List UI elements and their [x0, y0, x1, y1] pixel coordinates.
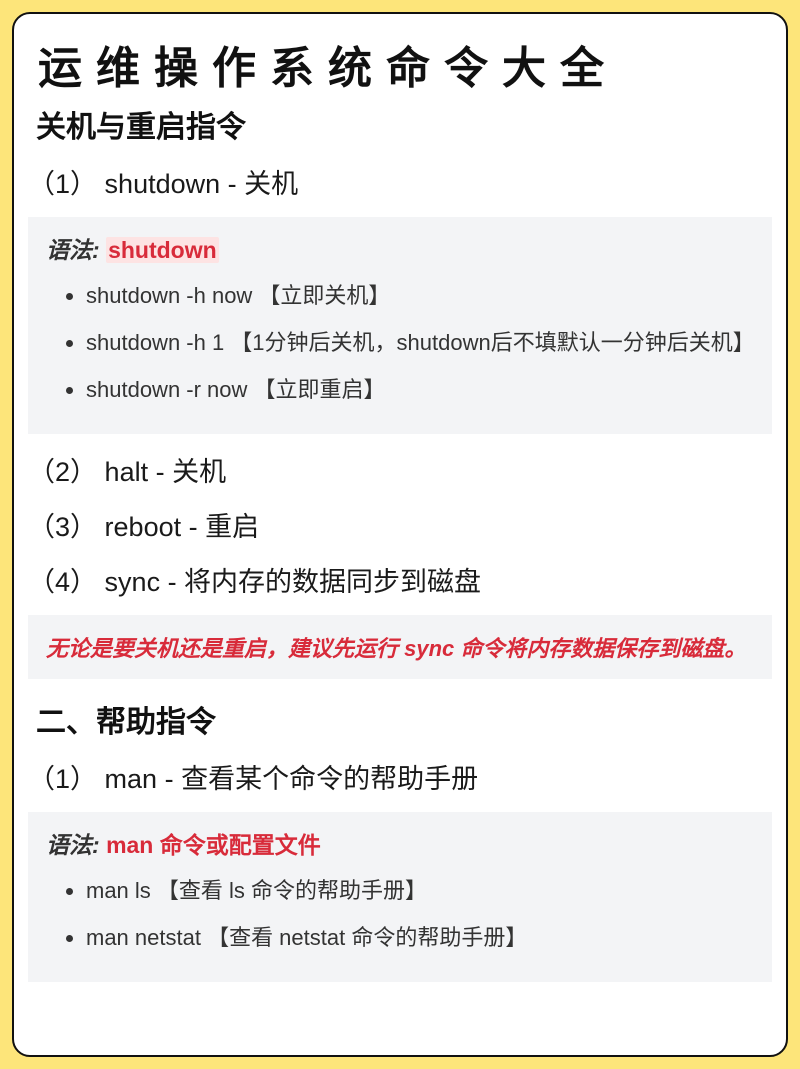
item-number: （2）: [28, 450, 97, 489]
item-text: halt - 关机: [105, 457, 227, 487]
section-heading-shutdown: 关机与重启指令: [36, 102, 772, 146]
item-number: （1）: [28, 757, 97, 796]
note-box: 无论是要关机还是重启，建议先运行 sync 命令将内存数据保存到磁盘。: [28, 615, 772, 679]
syntax-label: 语法:: [46, 832, 100, 858]
syntax-box-shutdown: 语法: shutdown shutdown -h now 【立即关机】 shut…: [28, 217, 772, 434]
example-list: shutdown -h now 【立即关机】 shutdown -h 1 【1分…: [46, 279, 754, 406]
item-text: man - 查看某个命令的帮助手册: [105, 764, 479, 794]
page-title: 运维操作系统命令大全: [38, 32, 772, 96]
item-number: （1）: [28, 162, 97, 201]
example-item: shutdown -h 1 【1分钟后关机，shutdown后不填默认一分钟后关…: [86, 326, 754, 359]
syntax-label: 语法:: [46, 237, 100, 263]
cmd-item-reboot: （3） reboot - 重启: [28, 505, 772, 544]
example-list: man ls 【查看 ls 命令的帮助手册】 man netstat 【查看 n…: [46, 874, 754, 954]
document-card: 运维操作系统命令大全 关机与重启指令 （1） shutdown - 关机 语法:…: [12, 12, 788, 1057]
example-item: man ls 【查看 ls 命令的帮助手册】: [86, 874, 754, 907]
item-number: （4）: [28, 560, 97, 599]
cmd-item-shutdown: （1） shutdown - 关机: [28, 162, 772, 201]
item-text: sync - 将内存的数据同步到磁盘: [105, 567, 482, 597]
item-number: （3）: [28, 505, 97, 544]
cmd-item-halt: （2） halt - 关机: [28, 450, 772, 489]
example-item: shutdown -h now 【立即关机】: [86, 279, 754, 312]
syntax-box-man: 语法: man 命令或配置文件 man ls 【查看 ls 命令的帮助手册】 m…: [28, 812, 772, 982]
cmd-item-man: （1） man - 查看某个命令的帮助手册: [28, 757, 772, 796]
section-heading-help: 二、帮助指令: [36, 697, 772, 741]
syntax-line: 语法: shutdown: [46, 231, 754, 265]
note-text: 无论是要关机还是重启，建议先运行 sync 命令将内存数据保存到磁盘。: [46, 631, 754, 663]
syntax-keyword: shutdown: [106, 237, 219, 263]
item-text: reboot - 重启: [105, 512, 260, 542]
syntax-line: 语法: man 命令或配置文件: [46, 826, 754, 860]
item-text: shutdown - 关机: [105, 169, 299, 199]
example-item: shutdown -r now 【立即重启】: [86, 373, 754, 406]
syntax-keyword: man 命令或配置文件: [106, 832, 321, 858]
cmd-item-sync: （4） sync - 将内存的数据同步到磁盘: [28, 560, 772, 599]
example-item: man netstat 【查看 netstat 命令的帮助手册】: [86, 921, 754, 954]
